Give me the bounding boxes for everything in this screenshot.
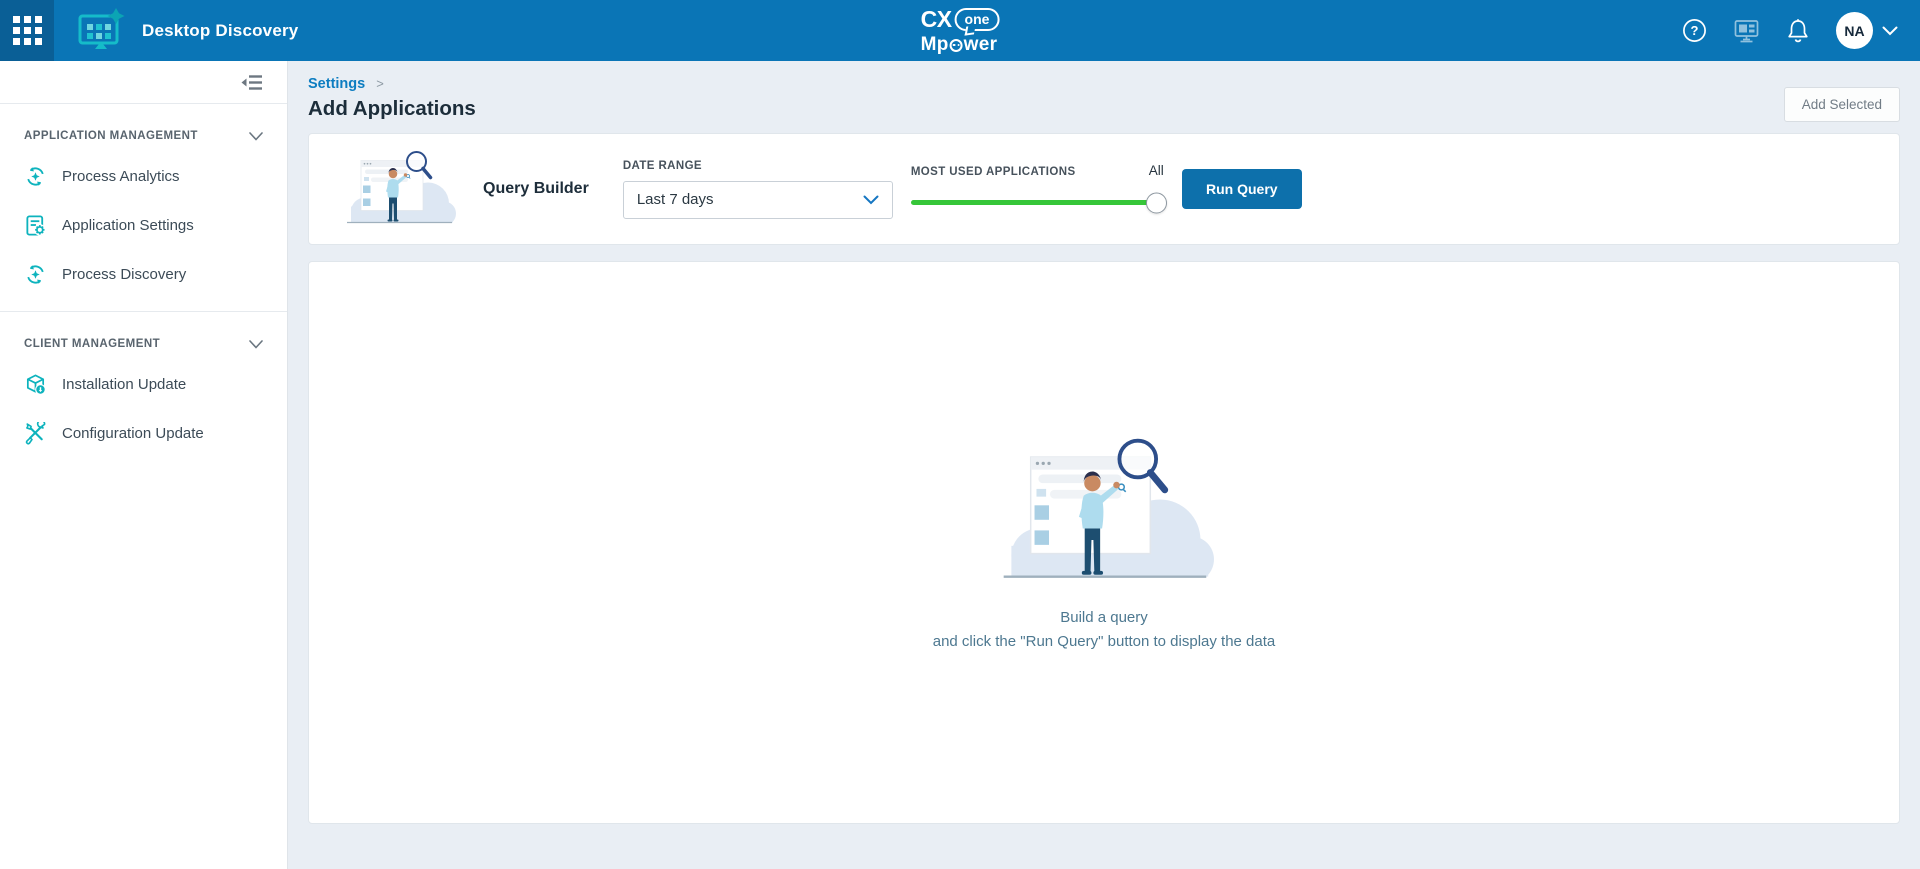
most-used-applications-slider[interactable] — [911, 192, 1164, 214]
page-header: Settings > Add Applications Add Selected — [308, 61, 1900, 121]
logo-cx-text: CX — [921, 8, 952, 31]
sidebar-item-label: Configuration Update — [62, 425, 204, 442]
logo-one-bubble: one — [955, 8, 1000, 31]
sidebar-item-label: Installation Update — [62, 376, 186, 393]
chevron-down-icon — [863, 195, 879, 205]
sidebar-item-label: Process Analytics — [62, 168, 180, 185]
section-label: APPLICATION MANAGEMENT — [24, 130, 198, 142]
date-range-label: DATE RANGE — [623, 160, 893, 172]
sidebar-item-process-discovery[interactable]: Process Discovery — [0, 250, 287, 299]
page-title: Add Applications — [308, 97, 1900, 121]
help-icon[interactable]: ? — [1682, 18, 1707, 43]
top-bar: Desktop Discovery CX one Mp wer ? — [0, 0, 1920, 61]
query-builder-illustration — [339, 142, 459, 238]
breadcrumb: Settings > — [308, 76, 1900, 92]
slider-value-label: All — [1149, 164, 1164, 178]
most-used-applications-label: MOST USED APPLICATIONS — [911, 166, 1076, 178]
document-gear-icon — [24, 214, 47, 237]
sidebar-item-installation-update[interactable]: Installation Update — [0, 360, 287, 409]
chevron-down-icon — [249, 340, 263, 349]
tools-icon — [24, 422, 47, 445]
date-range-value: Last 7 days — [637, 191, 714, 208]
most-used-applications-group: MOST USED APPLICATIONS All — [911, 164, 1164, 214]
run-query-button[interactable]: Run Query — [1182, 169, 1302, 209]
chevron-down-icon — [249, 132, 263, 141]
date-range-select[interactable]: Last 7 days — [623, 181, 893, 219]
breadcrumb-settings-link[interactable]: Settings — [308, 76, 365, 92]
empty-state-illustration — [988, 432, 1220, 596]
logo-mpower-post: wer — [964, 35, 998, 54]
svg-text:?: ? — [1691, 23, 1699, 38]
sidebar-item-label: Application Settings — [62, 217, 194, 234]
avatar[interactable]: NA — [1836, 12, 1873, 49]
sidebar-section-application-management[interactable]: APPLICATION MANAGEMENT — [0, 104, 287, 152]
avatar-initials: NA — [1844, 23, 1864, 39]
app-title: Desktop Discovery — [142, 21, 298, 41]
process-sync-sparkle-icon — [24, 263, 47, 286]
empty-state-line2: and click the "Run Query" button to disp… — [933, 630, 1276, 653]
logo-robot-o-icon — [950, 39, 963, 52]
sidebar: APPLICATION MANAGEMENT Process Analytics — [0, 61, 288, 869]
add-selected-button[interactable]: Add Selected — [1784, 87, 1900, 122]
process-sync-sparkle-icon — [24, 165, 47, 188]
main-content: Settings > Add Applications Add Selected… — [288, 61, 1920, 869]
query-results-card: Build a query and click the "Run Query" … — [308, 261, 1900, 824]
screen-share-icon[interactable] — [1733, 18, 1760, 44]
sidebar-section-client-management[interactable]: CLIENT MANAGEMENT — [0, 312, 287, 360]
sidebar-item-application-settings[interactable]: Application Settings — [0, 201, 287, 250]
logo-mpower-pre: Mp — [921, 35, 949, 54]
section-label: CLIENT MANAGEMENT — [24, 338, 160, 350]
menu-fold-icon — [241, 74, 263, 91]
slider-track[interactable] — [911, 200, 1164, 205]
app-launcher-button[interactable] — [0, 0, 54, 61]
breadcrumb-separator: > — [376, 76, 384, 91]
sidebar-collapse-button[interactable] — [241, 74, 263, 91]
user-menu-chevron-down-icon[interactable] — [1882, 26, 1898, 36]
package-download-icon — [24, 373, 47, 396]
empty-state-line1: Build a query — [933, 606, 1276, 629]
slider-thumb[interactable] — [1146, 192, 1167, 213]
query-builder-card: Query Builder DATE RANGE Last 7 days MOS… — [308, 133, 1900, 245]
apps-grid-icon — [13, 16, 42, 45]
query-builder-title: Query Builder — [483, 180, 589, 198]
empty-state: Build a query and click the "Run Query" … — [933, 432, 1276, 653]
cxone-mpower-logo: CX one Mp wer — [921, 8, 1000, 54]
sidebar-item-label: Process Discovery — [62, 266, 186, 283]
notifications-icon[interactable] — [1786, 18, 1810, 44]
date-range-group: DATE RANGE Last 7 days — [623, 160, 893, 219]
desktop-discovery-app-icon — [76, 8, 126, 54]
sidebar-item-process-analytics[interactable]: Process Analytics — [0, 152, 287, 201]
empty-state-text: Build a query and click the "Run Query" … — [933, 606, 1276, 653]
sidebar-item-configuration-update[interactable]: Configuration Update — [0, 409, 287, 458]
